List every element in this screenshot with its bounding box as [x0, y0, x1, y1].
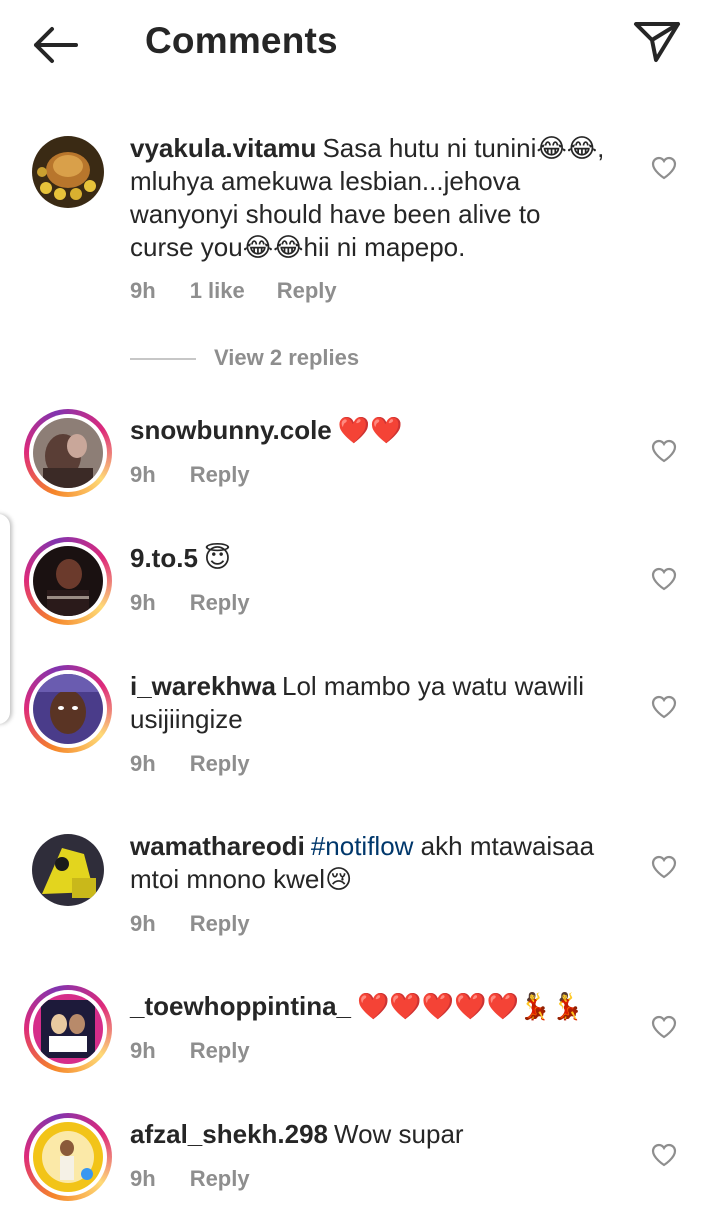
comment-text: ❤️❤️	[337, 415, 403, 445]
heart-outline-icon[interactable]	[651, 695, 677, 719]
heart-outline-icon[interactable]	[651, 1015, 677, 1039]
comment-username[interactable]: snowbunny.cole	[130, 415, 332, 445]
reply-button[interactable]: Reply	[277, 278, 337, 303]
back-button[interactable]	[28, 22, 84, 68]
comment-time: 9h	[130, 278, 156, 303]
page-title: Comments	[145, 20, 338, 61]
view-replies-label: View 2 replies	[214, 345, 360, 370]
heart-outline-icon[interactable]	[651, 1143, 677, 1167]
comment-time: 9h	[130, 751, 156, 776]
comment-text: ❤️❤️❤️❤️❤️💃💃	[357, 991, 584, 1021]
comment-meta: 9h 1 like Reply	[130, 278, 369, 304]
avatar[interactable]	[24, 1113, 112, 1201]
avatar[interactable]	[24, 409, 112, 497]
avatar[interactable]	[24, 985, 112, 1073]
avatar[interactable]	[24, 128, 112, 216]
comment-meta: 9h Reply	[130, 751, 282, 777]
reply-button[interactable]: Reply	[190, 751, 250, 776]
comment-meta: 9h Reply	[130, 911, 282, 937]
heart-outline-icon[interactable]	[651, 439, 677, 463]
reply-button[interactable]: Reply	[190, 1166, 250, 1191]
comment-username[interactable]: wamathareodi	[130, 831, 305, 861]
comment-time: 9h	[130, 1038, 156, 1063]
comment-time: 9h	[130, 462, 156, 487]
comment-username[interactable]: i_warekhwa	[130, 671, 276, 701]
comment-time: 9h	[130, 1166, 156, 1191]
comment-meta: 9h Reply	[130, 1038, 282, 1064]
share-button[interactable]	[630, 18, 684, 64]
avatar[interactable]	[24, 826, 112, 914]
comment-meta: 9h Reply	[130, 590, 282, 616]
comment-username[interactable]: afzal_shekh.298	[130, 1119, 328, 1149]
comments-screen: Comments vyakula.vitamu Sasa hutu ni tun…	[0, 0, 720, 1224]
comment-time: 9h	[130, 590, 156, 615]
arrow-left-icon	[34, 27, 78, 63]
paper-plane-icon	[634, 22, 680, 62]
heart-outline-icon[interactable]	[651, 855, 677, 879]
edge-panel-handle[interactable]	[0, 514, 10, 724]
comment-text: Wow supar	[334, 1119, 464, 1149]
comment-text: 😇	[203, 543, 232, 573]
avatar[interactable]	[24, 665, 112, 753]
reply-button[interactable]: Reply	[190, 462, 250, 487]
view-replies-button[interactable]: View 2 replies	[130, 345, 359, 375]
heart-outline-icon[interactable]	[651, 156, 677, 180]
comment-time: 9h	[130, 911, 156, 936]
comment-username[interactable]: vyakula.vitamu	[130, 133, 316, 163]
heart-outline-icon[interactable]	[651, 567, 677, 591]
comment-username[interactable]: 9.to.5	[130, 543, 198, 573]
comment-meta: 9h Reply	[130, 462, 282, 488]
reply-button[interactable]: Reply	[190, 911, 250, 936]
header: Comments	[0, 0, 720, 92]
comment-likes[interactable]: 1 like	[190, 278, 245, 303]
reply-button[interactable]: Reply	[190, 1038, 250, 1063]
divider	[130, 358, 196, 361]
hashtag-link[interactable]: #notiflow	[311, 831, 414, 861]
comment-meta: 9h Reply	[130, 1166, 282, 1192]
reply-button[interactable]: Reply	[190, 590, 250, 615]
comment-username[interactable]: _toewhoppintina_	[130, 991, 351, 1021]
avatar[interactable]	[24, 537, 112, 625]
